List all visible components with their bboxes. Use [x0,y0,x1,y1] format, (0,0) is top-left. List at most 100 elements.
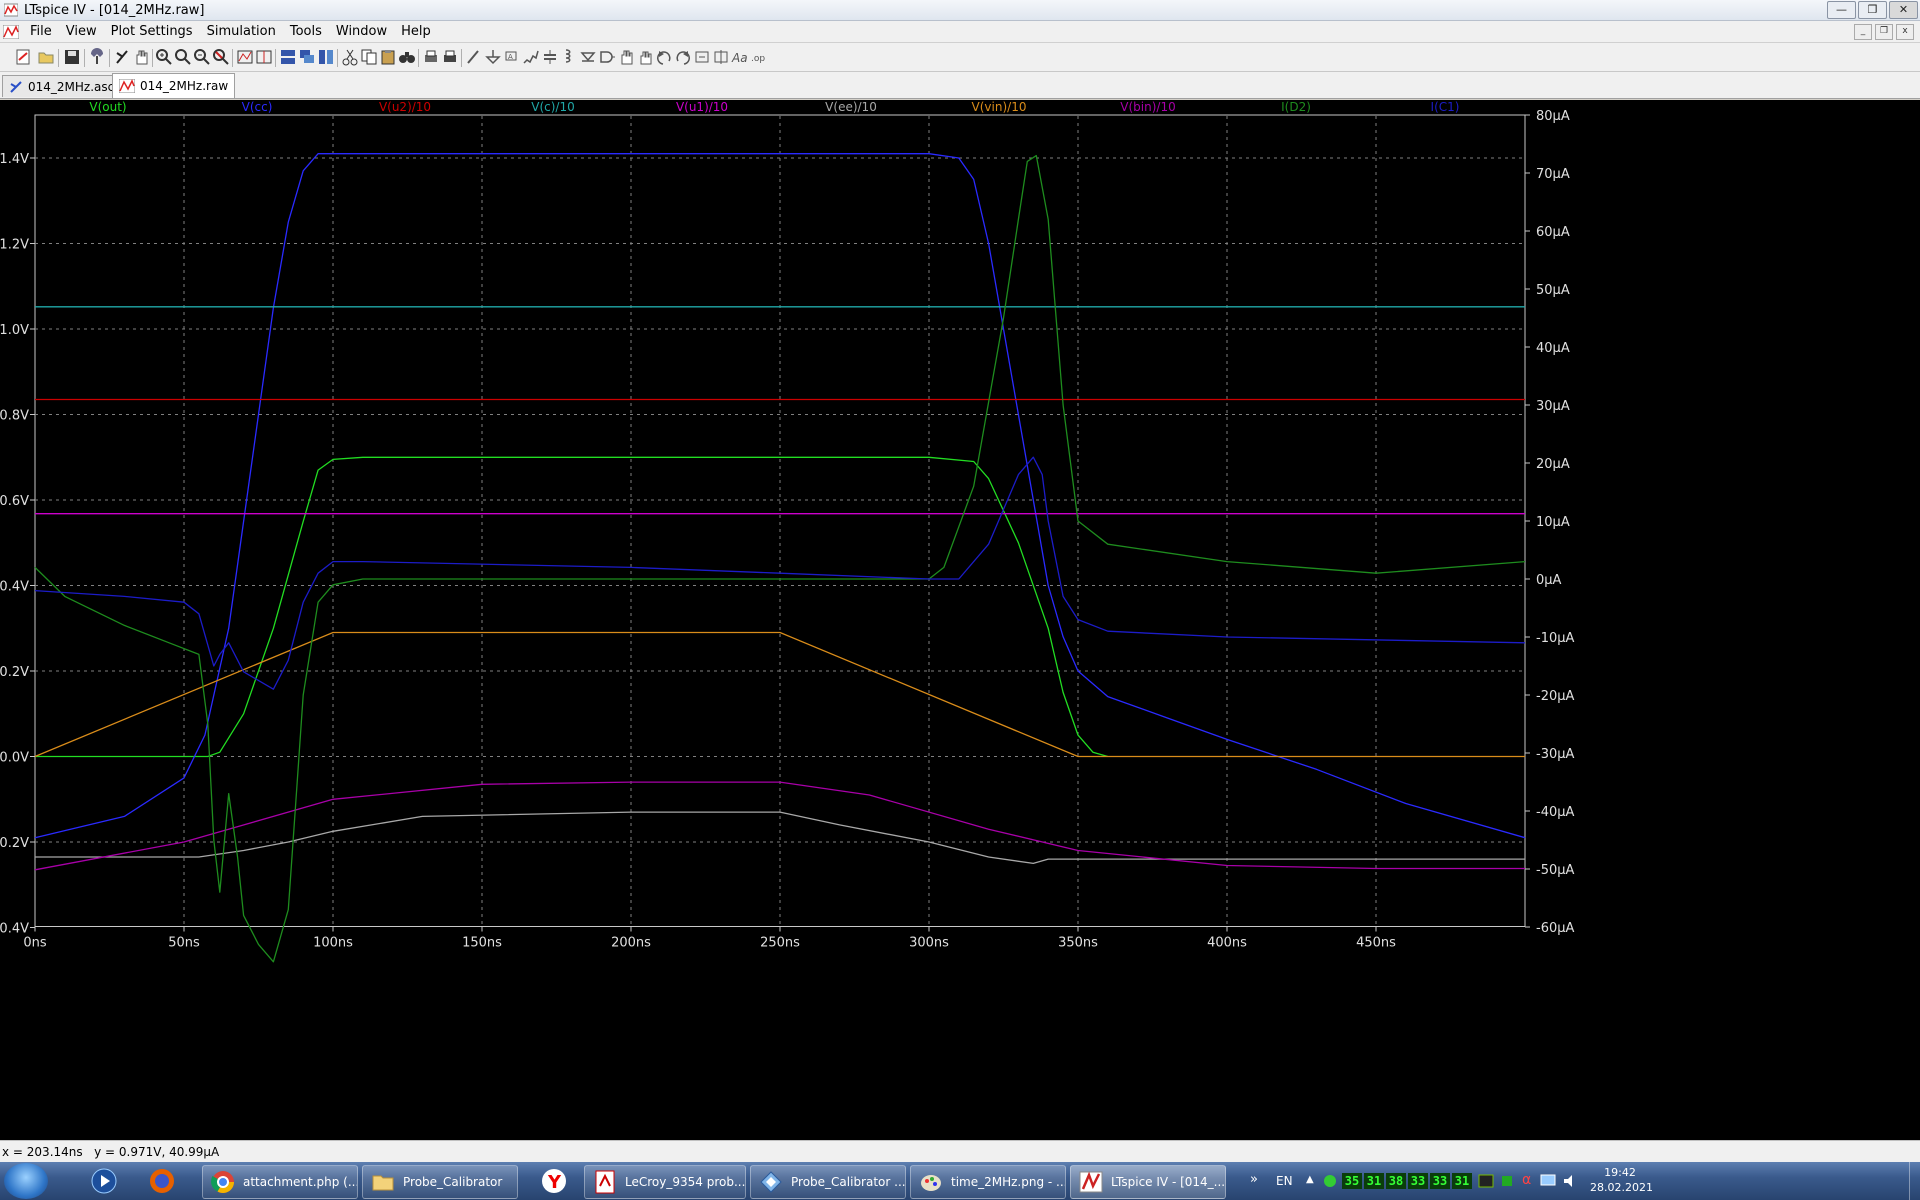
label-net-icon[interactable]: A [503,48,521,66]
zoom-out-icon[interactable] [193,48,211,66]
tab-schematic[interactable]: 014_2MHz.asc [2,75,122,97]
mdi-minimize-button[interactable]: _ [1854,24,1872,40]
open-folder-icon[interactable] [37,48,55,66]
taskbar-paint-image[interactable]: time_2MHz.png - ... [910,1165,1066,1199]
start-button[interactable] [4,1163,48,1199]
find-icon[interactable] [398,48,416,66]
save-icon[interactable] [63,48,81,66]
mirror-icon[interactable] [712,48,730,66]
zoom-area-icon[interactable] [174,48,192,66]
x-tick-label: 250ns [760,936,800,951]
component-icon[interactable] [598,48,616,66]
show-desktop-button[interactable] [1909,1162,1920,1200]
cut-icon[interactable] [341,48,359,66]
marching-waves-icon[interactable] [255,48,273,66]
waveform-icon [119,79,135,93]
chrome-icon [211,1171,234,1193]
menu-plot-settings[interactable]: Plot Settings [104,24,200,39]
y-right-tick-label: 0µA [1536,573,1562,588]
zoom-in-icon[interactable] [155,48,173,66]
minimize-button[interactable]: — [1827,1,1856,19]
y-right-tick-label: 10µA [1536,515,1570,530]
move-hand-icon[interactable] [617,48,635,66]
paste-icon[interactable] [379,48,397,66]
mdi-close-button[interactable]: x [1896,24,1914,40]
ltspice-app-icon [4,3,18,17]
waveform-chart[interactable]: 0ns 50ns 100ns 150ns 200ns 250ns 300ns 350ns 400… [0,100,1920,1140]
taskbar-folder-probe[interactable]: Probe_Calibrator [362,1165,518,1199]
zoom-full-icon[interactable] [212,48,230,66]
new-schematic-icon[interactable] [14,48,32,66]
tile-vertical-icon[interactable] [317,48,335,66]
mdi-restore-button[interactable]: ❐ [1875,24,1893,40]
media-player-icon[interactable] [84,1165,124,1197]
menu-simulation[interactable]: Simulation [200,24,283,39]
menu-help[interactable]: Help [394,24,438,39]
waveform-window-icon[interactable] [3,24,19,39]
ltspice-icon [1079,1171,1103,1193]
clock[interactable]: 19:42 28.02.2021 [1590,1165,1653,1195]
tab-waveform[interactable]: 014_2MHz.raw [112,73,236,98]
control-panel-icon[interactable] [88,48,106,66]
x-tick-label: 350ns [1058,936,1098,951]
run-icon[interactable] [113,48,131,66]
restore-button[interactable]: ❐ [1858,1,1887,19]
resistor-icon[interactable] [522,48,540,66]
redo-icon[interactable] [674,48,692,66]
taskbar-label: LTspice IV - [014_... [1111,1175,1226,1189]
text-icon[interactable]: Aa [731,48,749,66]
print-preview-icon[interactable] [422,48,440,66]
copy-icon[interactable] [360,48,378,66]
taskbar-probe-calibrator-app[interactable]: Probe_Calibrator ... [750,1165,906,1199]
diode-icon[interactable] [579,48,597,66]
monitor-tray-icon[interactable] [1540,1173,1556,1189]
volume-tray-icon[interactable] [1562,1173,1578,1189]
status-bar: x = 203.14ns y = 0.971V, 40.99µA [0,1140,1920,1163]
network-tray-icon[interactable] [1322,1173,1338,1189]
y-right-tick-label: 60µA [1536,225,1570,240]
waveform-plot[interactable]: 0ns 50ns 100ns 150ns 200ns 250ns 300ns 350ns 400… [0,100,1920,1140]
tab-waveform-label: 014_2MHz.raw [140,79,229,93]
rotate-icon[interactable] [693,48,711,66]
y-right-tick-label: -50µA [1536,863,1575,878]
ground-icon[interactable] [484,48,502,66]
cpu-core-meter-icon: 35 [1342,1173,1362,1189]
tab-schematic-label: 014_2MHz.asc [28,79,115,94]
spice-directive-icon[interactable]: .op [750,48,768,66]
autorange-icon[interactable] [236,48,254,66]
x-tick-label: 400ns [1207,936,1247,951]
inductor-icon[interactable] [560,48,578,66]
antivirus-tray-icon[interactable]: α [1522,1172,1531,1188]
yandex-icon[interactable]: Y [534,1165,574,1197]
taskbar-ltspice[interactable]: LTspice IV - [014_... [1070,1165,1226,1199]
cascade-icon[interactable] [298,48,316,66]
taskbar-chrome-attachment[interactable]: attachment.php (... [202,1165,358,1199]
taskbar-label: time_2MHz.png - ... [951,1175,1066,1189]
cursor-y-readout: y = 0.971V, 40.99µA [94,1145,220,1159]
capacitor-icon[interactable] [541,48,559,66]
cursor-x-readout: x = 203.14ns [2,1145,83,1159]
menu-window[interactable]: Window [329,24,394,39]
menu-file[interactable]: File [23,24,59,39]
undo-icon[interactable] [655,48,673,66]
menu-view[interactable]: View [59,24,104,39]
green-square-tray-icon[interactable] [1500,1174,1514,1188]
pan-hand-icon[interactable] [132,48,150,66]
taskbar-pdf-lecroy[interactable]: LeCroy_9354 prob... [584,1165,746,1199]
pdf-icon [595,1170,615,1194]
tray-overflow-icon[interactable]: » [1250,1172,1258,1187]
language-indicator[interactable]: EN [1276,1174,1293,1188]
tile-horizontal-icon[interactable] [279,48,297,66]
y-right-tick-label: -20µA [1536,689,1575,704]
y-left-tick-label: 0.0V [0,751,29,766]
menu-tools[interactable]: Tools [283,24,329,39]
firefox-icon[interactable] [142,1165,182,1197]
nvidia-tray-icon[interactable] [1478,1173,1494,1189]
schematic-icon [10,80,22,93]
show-hidden-icon[interactable]: ▲ [1306,1174,1314,1185]
legend-label: V(bin)/10 [1120,100,1175,114]
draw-wire-icon[interactable] [465,48,483,66]
drag-hand-icon[interactable] [636,48,654,66]
print-icon[interactable] [441,48,459,66]
close-button[interactable]: ✕ [1889,1,1918,19]
